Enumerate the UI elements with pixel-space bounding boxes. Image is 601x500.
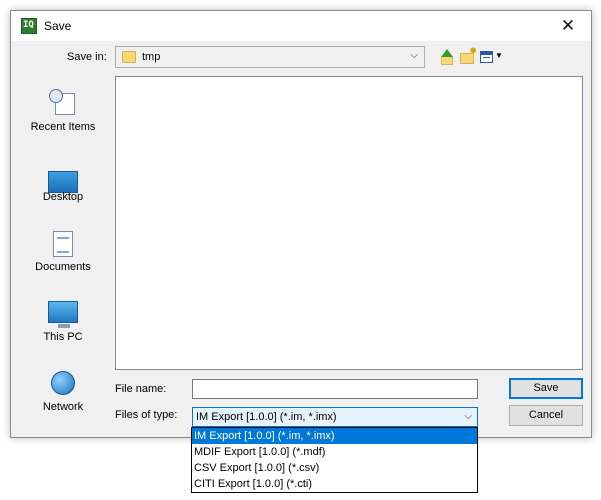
window-title: Save (44, 19, 72, 33)
cancel-button[interactable]: Cancel (509, 405, 583, 426)
up-one-level-button[interactable] (439, 47, 455, 67)
documents-icon (53, 231, 73, 257)
file-list[interactable] (115, 76, 583, 370)
title-bar[interactable]: IQ Save ✕ (11, 11, 591, 41)
files-of-type-select[interactable]: IM Export [1.0.0] (*.im, *.imx) ⌵ (192, 407, 478, 427)
place-recent-items[interactable]: Recent Items (21, 73, 105, 137)
save-in-label: Save in: (67, 51, 107, 63)
place-label: Desktop (42, 191, 84, 203)
file-type-option[interactable]: CITI Export [1.0.0] (*.cti) (192, 476, 477, 492)
close-icon: ✕ (560, 16, 576, 35)
save-in-value: tmp (142, 51, 161, 63)
save-dialog: IQ Save ✕ Save in: tmp ⌵ ✸ ▼ Recent Item… (10, 10, 592, 438)
file-type-option[interactable]: IM Export [1.0.0] (*.im, *.imx) (192, 428, 477, 444)
place-label: Recent Items (30, 121, 96, 133)
place-this-pc[interactable]: This PC (21, 283, 105, 347)
files-of-type-label: Files of type: (115, 409, 178, 421)
file-name-input[interactable] (192, 379, 478, 399)
close-button[interactable]: ✕ (545, 11, 591, 41)
folder-icon (122, 51, 136, 63)
chevron-down-icon: ⌵ (410, 50, 418, 61)
save-button[interactable]: Save (509, 378, 583, 399)
view-menu-button[interactable]: ▼ (480, 47, 503, 67)
file-type-dropdown-list: IM Export [1.0.0] (*.im, *.imx) MDIF Exp… (191, 427, 478, 493)
app-logo-text: IQ (23, 20, 34, 30)
place-desktop[interactable]: Desktop (21, 143, 105, 207)
place-label: This PC (43, 331, 83, 343)
file-type-option[interactable]: MDIF Export [1.0.0] (*.mdf) (192, 444, 477, 460)
recent-items-icon (49, 89, 77, 117)
place-documents[interactable]: Documents (21, 213, 105, 277)
computer-icon (48, 301, 78, 328)
place-network[interactable]: Network (21, 353, 105, 417)
network-icon (51, 371, 75, 395)
file-name-label: File name: (115, 383, 167, 395)
places-bar: Recent Items Desktop Documents This PC N… (21, 73, 105, 431)
save-in-select[interactable]: tmp ⌵ (115, 46, 425, 68)
app-logo-icon: IQ (21, 18, 37, 34)
place-label: Documents (35, 261, 91, 273)
place-label: Network (42, 401, 84, 413)
file-type-option[interactable]: CSV Export [1.0.0] (*.csv) (192, 460, 477, 476)
new-folder-button[interactable]: ✸ (460, 46, 477, 67)
chevron-down-icon: ⌵ (464, 411, 472, 422)
desktop-icon (48, 171, 78, 193)
files-of-type-value: IM Export [1.0.0] (*.im, *.imx) (196, 411, 337, 423)
